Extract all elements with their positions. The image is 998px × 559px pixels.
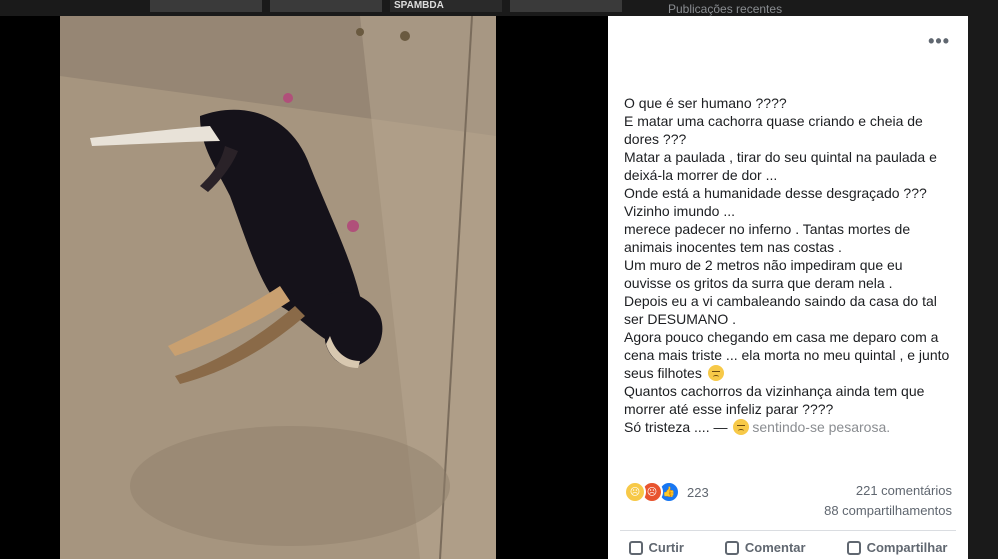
post-line: ser DESUMANO . [624,311,737,327]
share-button[interactable]: Compartilhar [846,540,948,555]
post-line: O que é ser humano ???? [624,95,787,111]
reactions-summary[interactable]: ☹ ☹ 👍 223 [624,481,709,503]
post-line: ouvisse os gritos da surra que deram nel… [624,275,893,291]
recent-posts-label: Publicações recentes [668,2,783,16]
post-line: merece padecer no inferno . Tantas morte… [624,221,911,237]
thumbnail[interactable] [510,0,622,12]
thumbnail[interactable] [150,0,262,12]
like-button[interactable]: Curtir [628,540,684,555]
thumbnail[interactable] [270,0,382,12]
post-line: deixá-la morrer de dor ... [624,167,778,183]
post-line: morrer até esse infeliz parar ???? [624,401,834,417]
post-line: cena mais triste ... ela morta no meu qu… [624,347,950,363]
post-line: E matar uma cachorra quase criando e che… [624,113,923,129]
post-line: Um muro de 2 metros não impediram que eu [624,257,903,273]
photo-illustration [60,16,496,559]
page-background [968,16,998,559]
post-line: Vizinho imundo ... [624,203,736,219]
post-line: seus filhotes [624,365,702,381]
divider [620,530,956,531]
shares-count[interactable]: 88 compartilhamentos [824,503,952,518]
sad-face-icon [707,365,724,381]
comments-count[interactable]: 221 comentários [856,483,952,498]
photo-thumbnail-strip: SPAMBDA [150,0,622,12]
sad-reaction-icon: ☹ [624,481,646,503]
post-text: O que é ser humano ???? E matar uma cach… [624,94,960,436]
post-line-with-emoji: seus filhotes [624,364,960,382]
feeling-text[interactable]: sentindo-se pesarosa. [752,419,890,435]
comment-button[interactable]: Comentar [724,540,806,555]
post-line: animais inocentes tem nas costas . [624,239,842,255]
thumbnail[interactable]: SPAMBDA [390,0,502,12]
more-options-button[interactable]: ••• [928,32,950,50]
share-icon [846,540,861,555]
post-actions: Curtir Comentar Compartilhar [608,540,968,555]
post-line: Onde está a humanidade desse desgraçado … [624,185,927,201]
post-line: Quantos cachorros da vizinhança ainda te… [624,383,925,399]
like-label: Curtir [648,540,684,555]
comment-icon [724,540,739,555]
share-label: Compartilhar [866,540,948,555]
comment-label: Comentar [744,540,806,555]
sad-face-icon [733,419,750,435]
post-line: Depois eu a vi cambaleando saindo da cas… [624,293,937,309]
post-line: dores ??? [624,131,687,147]
post-line: Só tristeza .... — [624,419,728,435]
post-photo[interactable] [60,16,496,559]
like-icon [628,540,643,555]
post-line-with-feeling: Só tristeza .... — sentindo-se pesarosa. [624,418,960,436]
thumbnail-text: SPAMBDA [394,0,444,11]
reaction-count[interactable]: 223 [687,485,709,500]
post-line: Agora pouco chegando em casa me deparo c… [624,329,939,345]
post-line: Matar a paulada , tirar do seu quintal n… [624,149,937,165]
post-details-panel: ••• O que é ser humano ???? E matar uma … [608,16,968,559]
